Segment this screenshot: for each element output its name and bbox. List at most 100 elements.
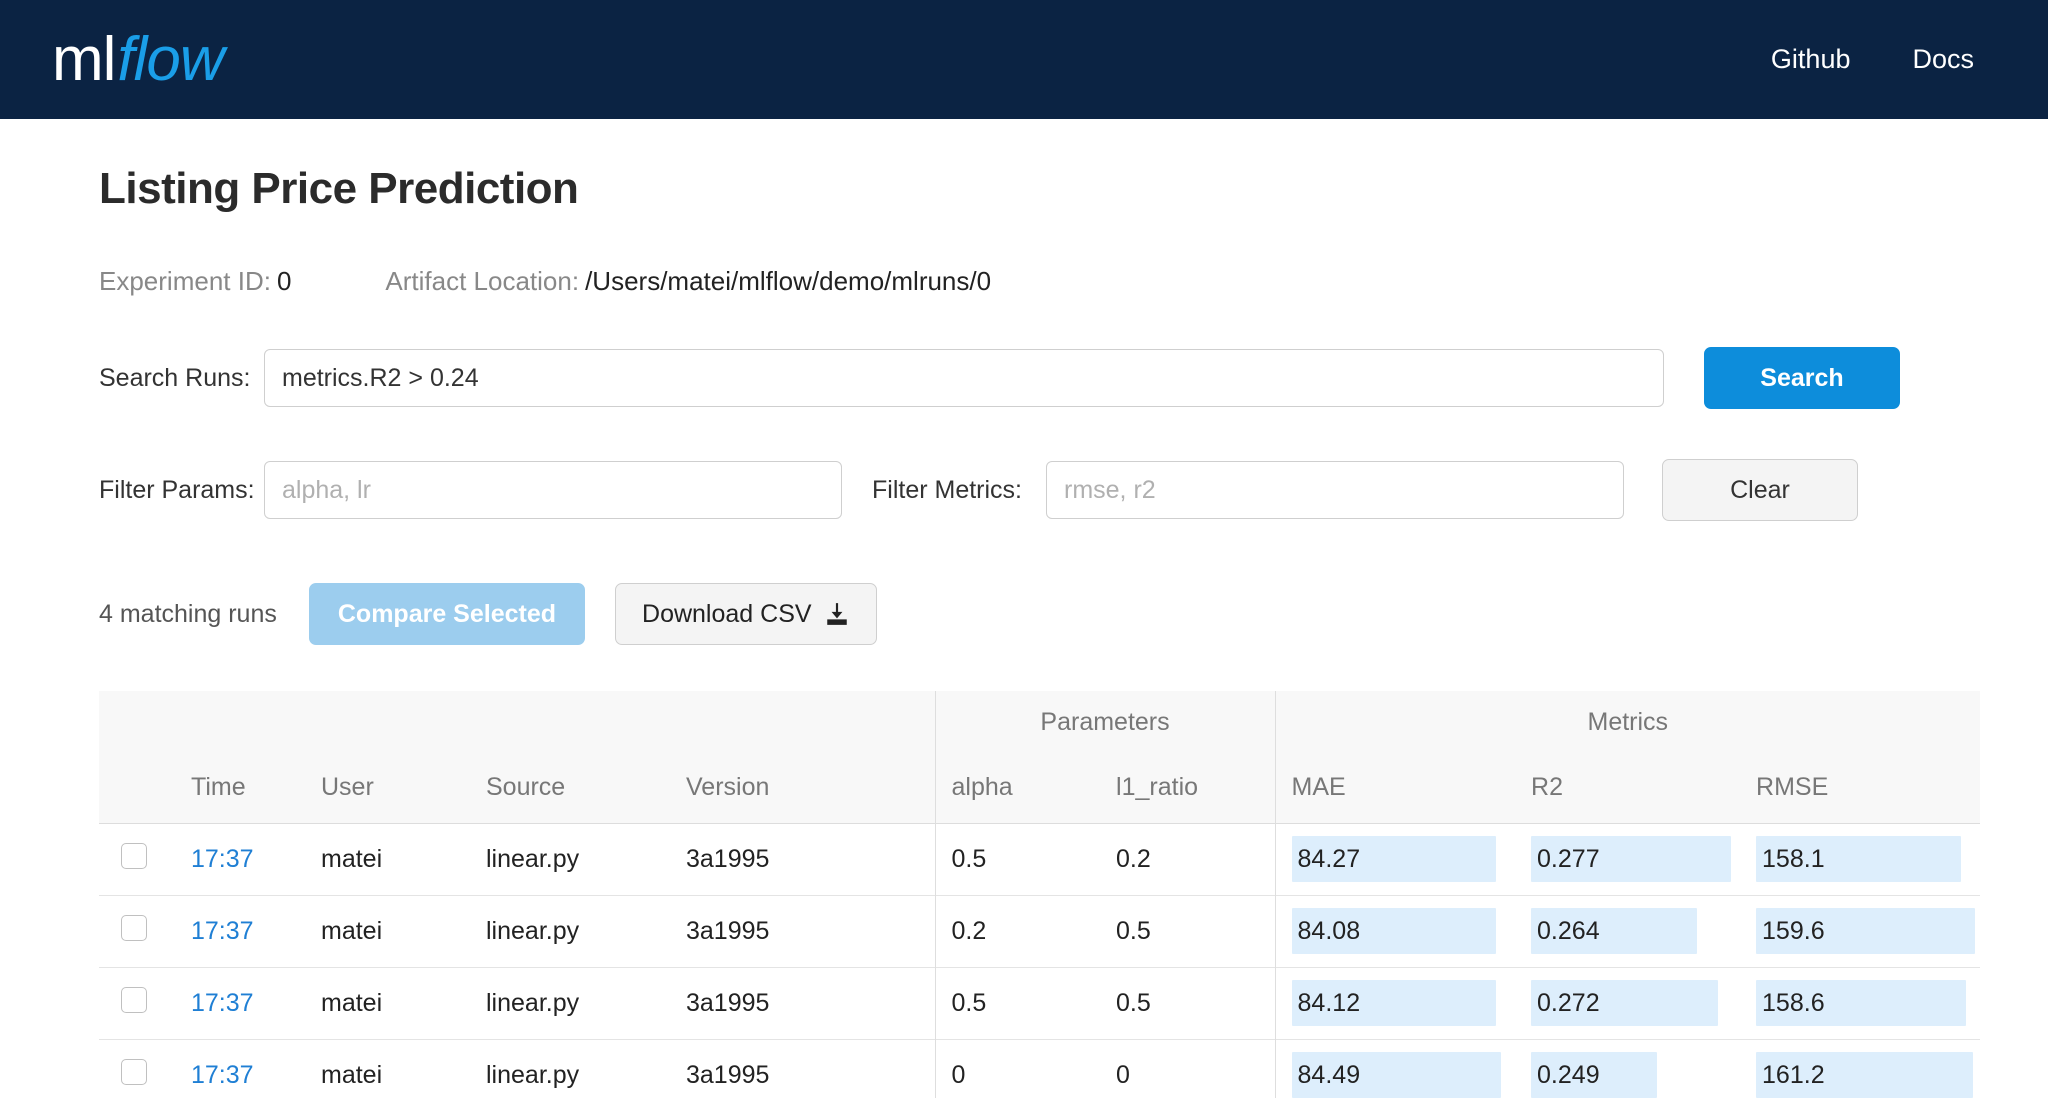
group-header-metrics: Metrics	[1274, 691, 1981, 753]
run-time-cell: 17:37	[175, 894, 305, 967]
artifact-location-block: Artifact Location:/Users/matei/mlflow/de…	[385, 266, 991, 297]
run-user-cell: matei	[305, 966, 470, 1039]
search-runs-label: Search Runs:	[99, 363, 251, 392]
run-time-link[interactable]: 17:37	[191, 1061, 254, 1089]
mlflow-logo[interactable]: ml flow	[52, 24, 225, 94]
search-runs-input[interactable]	[264, 349, 1664, 407]
metric-cell-inner: 84.12	[1276, 968, 1516, 1039]
row-select-checkbox[interactable]	[121, 842, 147, 869]
row-select-checkbox[interactable]	[121, 1058, 147, 1085]
row-select-checkbox[interactable]	[121, 986, 147, 1013]
download-icon	[824, 601, 850, 627]
run-source-cell: linear.py	[470, 822, 670, 895]
table-row: 17:37 matei linear.py 3a1995 0.5 0.2 84.27 0.27…	[99, 822, 1981, 895]
experiment-meta: Experiment ID: 0 Artifact Location:/Users…	[99, 266, 1974, 297]
run-user-cell: matei	[305, 894, 470, 967]
filter-params-label: Filter Params:	[99, 475, 255, 504]
run-time-cell: 17:37	[175, 822, 305, 895]
param-l1-ratio-cell: 0.2	[1100, 822, 1276, 895]
metric-cell-inner: 0.277	[1515, 824, 1740, 895]
metric-value: 0.277	[1537, 844, 1600, 873]
run-version-cell: 3a1995	[670, 822, 936, 895]
download-csv-label: Download CSV	[642, 599, 812, 628]
table-row: 17:37 matei linear.py 3a1995 0.5 0.5 84.12 0.27…	[99, 966, 1981, 1039]
download-csv-button[interactable]: Download CSV	[615, 583, 877, 645]
metric-value: 84.08	[1297, 916, 1361, 945]
param-l1-ratio-cell: 0.5	[1100, 966, 1276, 1039]
logo-text-ml: ml	[52, 24, 116, 94]
column-header-select	[99, 753, 175, 823]
run-time-cell: 17:37	[175, 1038, 305, 1098]
column-header-r2[interactable]: R2	[1515, 753, 1741, 823]
experiment-id-block: Experiment ID: 0	[99, 266, 291, 297]
page-title: Listing Price Prediction	[99, 164, 579, 213]
group-header-parameters: Parameters	[934, 691, 1276, 753]
metric-r2-cell: 0.249	[1515, 1038, 1741, 1098]
filter-params-input[interactable]	[264, 461, 842, 519]
experiment-id-label: Experiment ID:	[99, 266, 271, 296]
table-column-header-row: Time User Source Version alpha l1_ratio …	[99, 753, 1981, 823]
run-source-cell: linear.py	[470, 1038, 670, 1098]
metric-rmse-cell: 161.2	[1740, 1038, 1981, 1098]
row-select-cell	[99, 966, 175, 1039]
compare-selected-button[interactable]: Compare Selected	[308, 583, 586, 645]
column-header-time[interactable]: Time	[175, 753, 305, 823]
metric-value: 0.264	[1537, 916, 1600, 945]
metric-value: 0.249	[1537, 1060, 1600, 1089]
metric-cell-inner: 84.08	[1276, 896, 1516, 967]
table-row: 17:37 matei linear.py 3a1995 0 0 84.49 0.249 161…	[99, 1038, 1981, 1098]
metric-value: 161.2	[1762, 1060, 1825, 1089]
column-header-user[interactable]: User	[305, 753, 470, 823]
metric-value: 158.6	[1762, 988, 1825, 1017]
row-select-checkbox[interactable]	[121, 914, 147, 941]
column-header-version[interactable]: Version	[670, 753, 936, 823]
metric-cell-inner: 0.264	[1515, 896, 1740, 967]
metric-value: 159.6	[1762, 916, 1825, 945]
run-time-link[interactable]: 17:37	[191, 917, 254, 945]
param-alpha-cell: 0.2	[934, 894, 1101, 967]
table-body: 17:37 matei linear.py 3a1995 0.5 0.2 84.27 0.27…	[99, 822, 1981, 1098]
table-head: Parameters Metrics Time User Source Vers…	[99, 691, 1981, 823]
run-time-link[interactable]: 17:37	[191, 989, 254, 1017]
column-header-source[interactable]: Source	[470, 753, 670, 823]
param-alpha-cell: 0.5	[934, 822, 1101, 895]
metric-cell-inner: 84.49	[1276, 1040, 1516, 1098]
filter-metrics-input[interactable]	[1046, 461, 1624, 519]
run-version-cell: 3a1995	[670, 966, 936, 1039]
metric-value: 84.27	[1297, 844, 1361, 873]
metric-mae-cell: 84.12	[1274, 966, 1516, 1039]
artifact-location-value: /Users/matei/mlflow/demo/mlruns/0	[585, 266, 992, 296]
metric-value: 84.12	[1297, 988, 1361, 1017]
top-navigation-bar: ml flow Github Docs	[0, 0, 2048, 119]
nav-links: Github Docs	[1771, 44, 1974, 75]
run-user-cell: matei	[305, 1038, 470, 1098]
nav-link-docs[interactable]: Docs	[1912, 44, 1974, 75]
run-version-cell: 3a1995	[670, 1038, 936, 1098]
row-select-cell	[99, 822, 175, 895]
artifact-location-label: Artifact Location:	[385, 266, 580, 296]
nav-link-github[interactable]: Github	[1771, 44, 1851, 75]
runs-table: Parameters Metrics Time User Source Vers…	[99, 691, 1981, 1098]
metric-r2-cell: 0.277	[1515, 822, 1741, 895]
metric-mae-cell: 84.49	[1274, 1038, 1516, 1098]
run-time-link[interactable]: 17:37	[191, 845, 254, 873]
filter-metrics-label: Filter Metrics:	[872, 475, 1022, 504]
metric-value: 0.272	[1537, 988, 1600, 1017]
run-source-cell: linear.py	[470, 966, 670, 1039]
run-time-cell: 17:37	[175, 966, 305, 1039]
metric-rmse-cell: 158.6	[1740, 966, 1981, 1039]
column-header-l1-ratio[interactable]: l1_ratio	[1100, 753, 1276, 823]
table-group-header-row: Parameters Metrics	[99, 691, 1981, 753]
metric-r2-cell: 0.272	[1515, 966, 1741, 1039]
search-button[interactable]: Search	[1704, 347, 1900, 409]
metric-cell-inner: 161.2	[1740, 1040, 1980, 1098]
experiment-id-value: 0	[276, 266, 292, 296]
metric-r2-cell: 0.264	[1515, 894, 1741, 967]
column-header-mae[interactable]: MAE	[1274, 753, 1516, 823]
run-user-cell: matei	[305, 822, 470, 895]
metric-cell-inner: 0.249	[1515, 1040, 1740, 1098]
column-header-rmse[interactable]: RMSE	[1740, 753, 1981, 823]
clear-button[interactable]: Clear	[1662, 459, 1858, 521]
column-header-alpha[interactable]: alpha	[934, 753, 1101, 823]
row-select-cell	[99, 1038, 175, 1098]
